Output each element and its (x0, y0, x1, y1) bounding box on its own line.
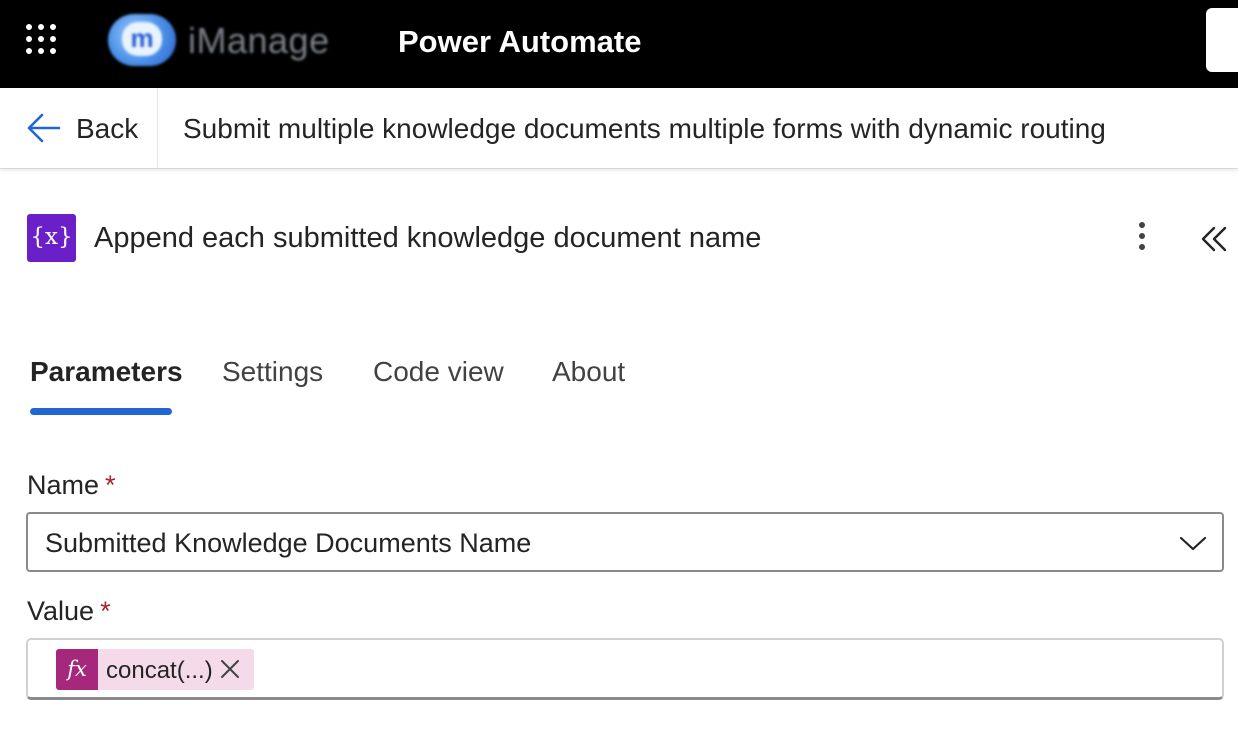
tab-parameters[interactable]: Parameters (30, 356, 183, 388)
function-icon: fx (56, 649, 98, 690)
required-marker: * (100, 596, 111, 626)
action-title[interactable]: Append each submitted knowledge document… (94, 222, 761, 255)
back-arrow-icon (27, 113, 61, 143)
imanage-logo: m iManage (108, 12, 348, 68)
app-title: Power Automate (398, 24, 642, 59)
tab-code-view[interactable]: Code view (373, 356, 504, 388)
top-right-button[interactable] (1206, 8, 1238, 72)
token-label: concat(...) (106, 657, 213, 684)
name-dropdown-value: Submitted Knowledge Documents Name (45, 528, 532, 558)
flow-title: Submit multiple knowledge documents mult… (183, 113, 1106, 144)
value-input[interactable]: fx concat(...) (26, 638, 1224, 700)
value-label-text: Value (27, 596, 95, 626)
waffle-icon[interactable] (26, 24, 60, 58)
variable-icon: {x} (27, 214, 76, 262)
tab-about[interactable]: About (552, 356, 625, 388)
tab-settings[interactable]: Settings (222, 356, 323, 388)
name-dropdown[interactable]: Submitted Knowledge Documents Name (26, 512, 1224, 572)
expression-token[interactable]: fx concat(...) (56, 649, 254, 690)
close-icon[interactable] (218, 657, 242, 681)
top-app-bar: m iManage Power Automate (0, 0, 1238, 88)
logo-mark: m (108, 14, 176, 66)
active-tab-indicator (30, 408, 172, 415)
name-label-text: Name (27, 470, 100, 500)
name-field-label: Name * (27, 470, 116, 501)
back-label: Back (76, 113, 139, 144)
chevron-down-icon (1179, 536, 1207, 551)
more-vertical-icon[interactable] (1128, 222, 1156, 256)
back-button[interactable]: Back (0, 88, 158, 168)
collapse-double-chevron-icon[interactable] (1198, 222, 1230, 256)
required-marker: * (105, 470, 116, 500)
flow-header: Back Submit multiple knowledge documents… (0, 88, 1238, 169)
logo-text: iManage (188, 20, 330, 61)
value-field-label: Value * (27, 596, 111, 627)
